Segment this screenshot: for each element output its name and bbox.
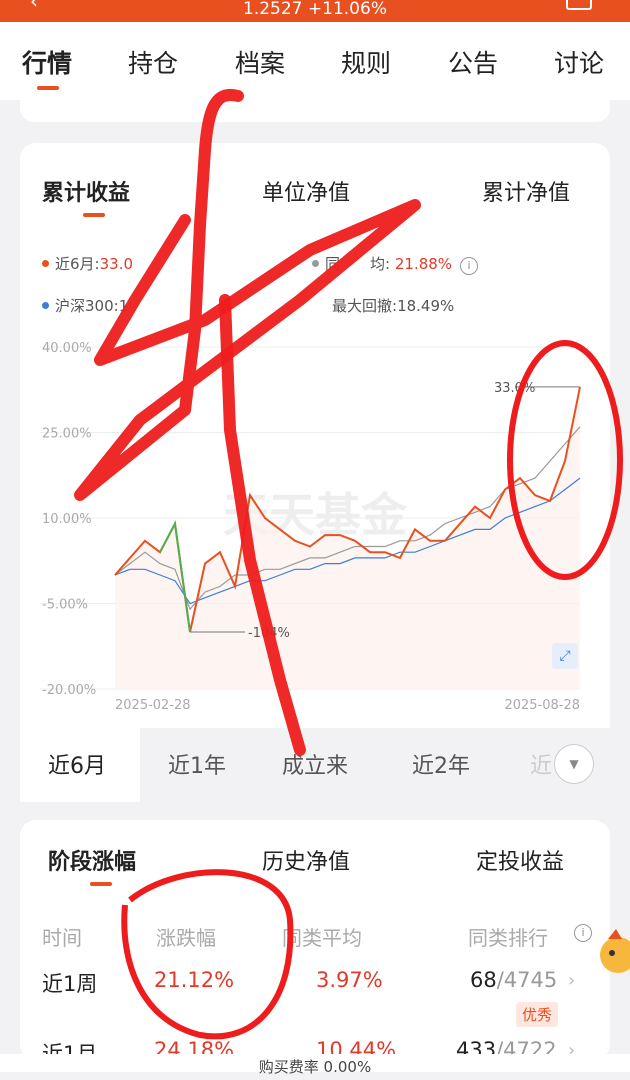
legend-drawdown: 最大回撤:18.49% (332, 297, 455, 315)
period-since-inception[interactable]: 成立来 (282, 748, 348, 780)
index-dot (42, 302, 49, 309)
period-more[interactable]: 近 (530, 748, 552, 780)
subtab-history-nav[interactable]: 历史净值 (262, 844, 350, 876)
x-tick-start: 2025-02-28 (115, 698, 191, 713)
row1-time: 近1周 (42, 972, 98, 996)
subtab-cumulative-return[interactable]: 累计收益 (42, 175, 130, 207)
main-tabs: 行情 持仓 档案 规则 公告 讨论 (0, 22, 630, 100)
y-tick-label: 25.00% (42, 427, 92, 442)
info-icon[interactable]: i (460, 257, 479, 275)
row1-rank: 68/4745 (470, 968, 558, 992)
max-marker-label: 33.0% (494, 381, 535, 396)
peer-dot (312, 260, 319, 267)
tab-profile[interactable]: 档案 (235, 44, 285, 80)
col-peer-avg: 同类平均 (282, 926, 362, 950)
back-icon[interactable]: ‹ (30, 0, 38, 11)
chart-card: 累计收益 单位净值 累计净值 近6月:33.0 同均: 21.88% i 沪深30… (20, 143, 610, 728)
col-rank: 同类排行 (468, 926, 548, 950)
period-2y[interactable]: 近2年 (412, 748, 470, 780)
stage-card: 阶段涨幅 历史净值 定投收益 时间 涨跌幅 同类平均 同类排行 i 近1周 21… (20, 820, 610, 1066)
subtab-stage-change[interactable]: 阶段涨幅 (48, 844, 136, 876)
legend-peer: 同均: 21.88% i (312, 253, 479, 275)
row1-change: 21.12% (154, 968, 235, 992)
nav-value: 1.2527 +11.06% (243, 0, 387, 19)
period-1y[interactable]: 近1年 (168, 748, 226, 780)
min-marker-label: -104% (248, 626, 290, 641)
tab-discussion[interactable]: 讨论 (554, 44, 604, 80)
footer-fee: 购买费率 0.00% (0, 1054, 630, 1076)
y-tick-label: 10.00% (42, 512, 92, 527)
subtab-cumulative-nav[interactable]: 累计净值 (482, 175, 570, 207)
subtab-sip-return[interactable]: 定投收益 (476, 844, 564, 876)
header-bar: ‹ 1.2527 +11.06% (0, 0, 630, 22)
active-tab-indicator (37, 86, 59, 90)
tab-announcements[interactable]: 公告 (448, 44, 498, 80)
x-tick-end: 2025-08-28 (504, 698, 580, 713)
y-tick-label: -5.00% (42, 598, 88, 613)
tab-holdings[interactable]: 持仓 (128, 44, 178, 80)
card-strip (20, 100, 610, 122)
col-time: 时间 (42, 926, 82, 950)
stage-subtab-indicator (90, 882, 112, 886)
row1-badge: 优秀 (516, 1002, 559, 1027)
subtab-unit-nav[interactable]: 单位净值 (262, 175, 350, 207)
cumulative-return-chart[interactable]: 天天基金 40.00%25.00%10.00%-5.00%-20.00%2025… (20, 333, 610, 713)
subtab-indicator (83, 213, 105, 217)
period-selector: 近6月 近1年 成立来 近2年 近 ▼ (20, 728, 610, 802)
chevron-down-icon[interactable]: ▼ (554, 744, 594, 784)
tab-rules[interactable]: 规则 (341, 44, 391, 80)
share-icon[interactable] (566, 0, 592, 10)
y-tick-label: -20.00% (42, 683, 96, 698)
fund-dot (42, 260, 49, 267)
legend-index: 沪深300:1 (42, 295, 128, 316)
tab-market[interactable]: 行情 (22, 44, 72, 80)
row1-peer-avg: 3.97% (316, 968, 383, 992)
legend-fund: 近6月:33.0 (42, 253, 133, 274)
col-change: 涨跌幅 (156, 926, 216, 950)
y-tick-label: 40.00% (42, 341, 92, 356)
mascot-icon[interactable] (590, 925, 630, 985)
row1-chevron-icon[interactable]: › (568, 970, 575, 991)
period-6m[interactable]: 近6月 (48, 748, 106, 780)
fullscreen-icon[interactable]: ⤢ (552, 643, 578, 669)
